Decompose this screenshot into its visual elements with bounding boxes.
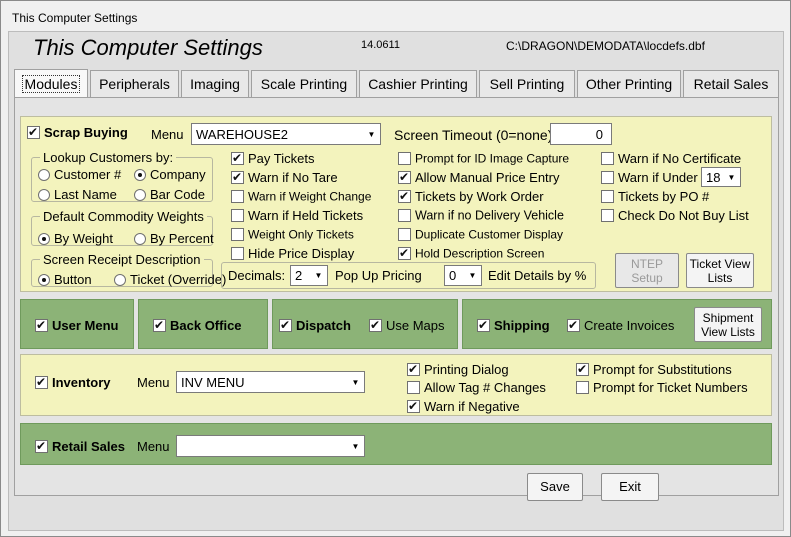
exit-button[interactable]: Exit	[601, 473, 659, 501]
inventory-checkbox[interactable]: Inventory	[35, 374, 111, 390]
retail-sales-section: Retail Sales Menu ▼	[20, 423, 772, 465]
user-menu-checkbox[interactable]: User Menu	[35, 317, 118, 333]
retail-menu-label: Menu	[137, 439, 170, 454]
ticket-view-lists-button[interactable]: Ticket View Lists	[686, 253, 754, 288]
timeout-input[interactable]: 0	[550, 123, 612, 145]
shipment-view-lists-button[interactable]: Shipment View Lists	[694, 307, 762, 342]
warn-weight-change-checkbox[interactable]: Warn if Weight Change	[231, 188, 371, 204]
by-weight-radio[interactable]: By Weight	[38, 230, 113, 246]
dispatch-section: Dispatch Use Maps	[272, 299, 458, 349]
chevron-down-icon: ▼	[311, 267, 326, 284]
warn-if-under-checkbox[interactable]: Warn if Under	[601, 169, 698, 185]
warn-no-tare-checkbox[interactable]: Warn if No Tare	[231, 169, 338, 185]
scrap-buying-checkbox[interactable]: Scrap Buying	[27, 124, 128, 140]
warn-no-certificate-checkbox[interactable]: Warn if No Certificate	[601, 150, 741, 166]
title-bar: This Computer Settings	[1, 1, 790, 31]
form-body: This Computer Settings 14.0611 C:\DRAGON…	[8, 31, 784, 531]
hold-description-screen-checkbox[interactable]: Hold Description Screen	[398, 245, 544, 261]
shipping-checkbox[interactable]: Shipping	[477, 317, 550, 333]
version-label: 14.0611	[361, 39, 400, 51]
create-invoices-checkbox[interactable]: Create Invoices	[567, 317, 674, 333]
chevron-down-icon: ▼	[348, 437, 363, 455]
tickets-by-po-checkbox[interactable]: Tickets by PO #	[601, 188, 709, 204]
prompt-substitutions-checkbox[interactable]: Prompt for Substitutions	[576, 361, 732, 377]
tab-modules[interactable]: Modules	[14, 69, 88, 97]
shipping-section: Shipping Create Invoices Shipment View L…	[462, 299, 772, 349]
weight-only-tickets-checkbox[interactable]: Weight Only Tickets	[231, 226, 354, 242]
tab-retail-sales[interactable]: Retail Sales	[683, 70, 779, 97]
window-title: This Computer Settings	[12, 11, 138, 25]
lookup-company-radio[interactable]: Company	[134, 166, 206, 182]
scrap-menu-select[interactable]: WAREHOUSE2 ▼	[191, 123, 381, 145]
back-office-section: Back Office	[138, 299, 268, 349]
dispatch-checkbox[interactable]: Dispatch	[279, 317, 351, 333]
commodity-weights-group: Default Commodity Weights By Weight By P…	[31, 209, 214, 246]
allow-manual-price-checkbox[interactable]: Allow Manual Price Entry	[398, 169, 560, 185]
lookup-customer-number-radio[interactable]: Customer #	[38, 166, 121, 182]
timeout-label: Screen Timeout (0=none)	[394, 127, 553, 143]
warn-held-tickets-checkbox[interactable]: Warn if Held Tickets	[231, 207, 363, 223]
retail-menu-select[interactable]: ▼	[176, 435, 365, 457]
pay-tickets-checkbox[interactable]: Pay Tickets	[231, 150, 314, 166]
printing-dialog-checkbox[interactable]: Printing Dialog	[407, 361, 509, 377]
settings-window: This Computer Settings This Computer Set…	[0, 0, 791, 537]
inventory-menu-label: Menu	[137, 375, 170, 390]
prompt-id-image-checkbox[interactable]: Prompt for ID Image Capture	[398, 150, 569, 166]
user-menu-section: User Menu	[20, 299, 134, 349]
tab-imaging[interactable]: Imaging	[181, 70, 249, 97]
ntep-setup-button[interactable]: NTEP Setup	[615, 253, 679, 288]
scrap-buying-section: Scrap Buying Menu WAREHOUSE2▼ Screen Tim…	[20, 116, 772, 292]
tab-scale-printing[interactable]: Scale Printing	[251, 70, 357, 97]
popup-pricing-select[interactable]: 0 ▼	[444, 265, 482, 286]
data-path-label: C:\DRAGON\DEMODATA\locdefs.dbf	[506, 39, 705, 53]
tab-other-printing[interactable]: Other Printing	[577, 70, 681, 97]
receipt-button-radio[interactable]: Button	[38, 271, 92, 287]
prompt-ticket-numbers-checkbox[interactable]: Prompt for Ticket Numbers	[576, 379, 748, 395]
decimals-label: Decimals:	[228, 268, 286, 283]
warn-no-delivery-vehicle-checkbox[interactable]: Warn if no Delivery Vehicle	[398, 207, 564, 223]
use-maps-checkbox[interactable]: Use Maps	[369, 317, 445, 333]
receipt-description-group: Screen Receipt Description Button Ticket…	[31, 252, 226, 287]
chevron-down-icon: ▼	[465, 267, 480, 284]
pricing-options-group: Decimals: 2 ▼ Pop Up Pricing 0 ▼ Edit Deta…	[221, 262, 596, 289]
allow-tag-changes-checkbox[interactable]: Allow Tag # Changes	[407, 379, 546, 395]
chevron-down-icon: ▼	[348, 373, 363, 391]
tickets-by-work-order-checkbox[interactable]: Tickets by Work Order	[398, 188, 544, 204]
chevron-down-icon: ▼	[364, 125, 379, 143]
tab-peripherals[interactable]: Peripherals	[90, 70, 179, 97]
back-office-checkbox[interactable]: Back Office	[153, 317, 242, 333]
tab-cashier-printing[interactable]: Cashier Printing	[359, 70, 477, 97]
edit-details-label: Edit Details by %	[488, 268, 587, 283]
popup-pricing-label: Pop Up Pricing	[335, 268, 422, 283]
page-title: This Computer Settings	[33, 35, 263, 60]
check-do-not-buy-checkbox[interactable]: Check Do Not Buy List	[601, 207, 749, 223]
inventory-menu-select[interactable]: INV MENU ▼	[176, 371, 365, 393]
inventory-section: Inventory Menu INV MENU▼ Printing Dialog…	[20, 354, 772, 416]
lookup-bar-code-radio[interactable]: Bar Code	[134, 186, 205, 202]
by-percent-radio[interactable]: By Percent	[134, 230, 214, 246]
duplicate-customer-display-checkbox[interactable]: Duplicate Customer Display	[398, 226, 563, 242]
save-button[interactable]: Save	[527, 473, 583, 501]
warn-under-select[interactable]: 18 ▼	[701, 167, 741, 187]
retail-sales-checkbox[interactable]: Retail Sales	[35, 438, 125, 454]
scrap-menu-label: Menu	[151, 127, 184, 142]
warn-if-negative-checkbox[interactable]: Warn if Negative	[407, 398, 520, 414]
lookup-customers-group: Lookup Customers by: Customer # Company …	[31, 150, 213, 202]
decimals-select[interactable]: 2 ▼	[290, 265, 328, 286]
receipt-ticket-override-radio[interactable]: Ticket (Override)	[114, 271, 226, 287]
chevron-down-icon: ▼	[724, 169, 739, 185]
tab-sell-printing[interactable]: Sell Printing	[479, 70, 575, 97]
modules-panel: Scrap Buying Menu WAREHOUSE2▼ Screen Tim…	[14, 97, 779, 496]
hide-price-display-checkbox[interactable]: Hide Price Display	[231, 245, 354, 261]
lookup-last-name-radio[interactable]: Last Name	[38, 186, 117, 202]
